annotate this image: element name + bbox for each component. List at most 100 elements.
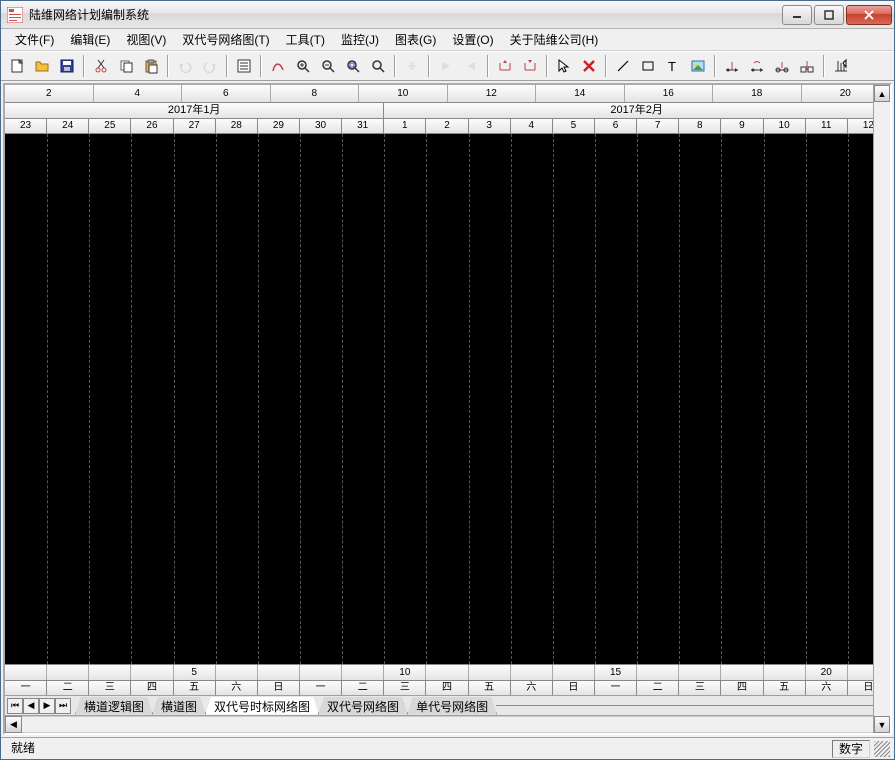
- day-cell: 8: [679, 119, 721, 133]
- day-cell: 2: [426, 119, 468, 133]
- zoom-100-icon[interactable]: [366, 54, 390, 78]
- delete-icon[interactable]: [577, 54, 601, 78]
- ruler-tick: [426, 665, 468, 680]
- ruler-tick: 12: [448, 85, 537, 102]
- hand-draw-icon[interactable]: [266, 54, 290, 78]
- weekday-cell: 二: [342, 681, 384, 695]
- tab-gantt-logic[interactable]: 横道逻辑图: [75, 697, 153, 715]
- rect-icon[interactable]: [636, 54, 660, 78]
- node-a-icon[interactable]: [720, 54, 744, 78]
- menu-tools[interactable]: 工具(T): [278, 29, 333, 50]
- day-cell: 7: [637, 119, 679, 133]
- ruler-tick: 6: [182, 85, 271, 102]
- scroll-up-button[interactable]: ▲: [874, 85, 890, 102]
- day-cell: 29: [258, 119, 300, 133]
- day-cell: 26: [131, 119, 173, 133]
- ruler-tick: [300, 665, 342, 680]
- collapse-icon[interactable]: [400, 54, 424, 78]
- menu-chart[interactable]: 图表(G): [387, 29, 444, 50]
- hscrollbar[interactable]: ◀ ▶: [5, 715, 890, 733]
- ruler-tick: 10: [384, 665, 426, 680]
- day-cell: 10: [764, 119, 806, 133]
- ruler-tick: [258, 665, 300, 680]
- weekday-cell: 五: [174, 681, 216, 695]
- arrow-left-icon[interactable]: [459, 54, 483, 78]
- weekday-cell: 六: [806, 681, 848, 695]
- ruler-bottom: 5101520: [5, 664, 890, 680]
- tab-time-network[interactable]: 双代号时标网络图: [205, 697, 319, 715]
- zoom-out-icon[interactable]: [316, 54, 340, 78]
- weekday-cell: 一: [595, 681, 637, 695]
- tab-first-button[interactable]: ⏮: [7, 698, 23, 714]
- menu-view[interactable]: 视图(V): [118, 29, 174, 50]
- ruler-tick: 10: [359, 85, 448, 102]
- node-d-icon[interactable]: [795, 54, 819, 78]
- milestone-icon[interactable]: [829, 54, 853, 78]
- sheet-tabs: ⏮ ◀ ▶ ⏭ 横道逻辑图 横道图 双代号时标网络图 双代号网络图 单代号网络图: [5, 695, 890, 715]
- menu-monitor[interactable]: 监控(J): [333, 29, 387, 50]
- menu-file[interactable]: 文件(F): [7, 29, 62, 50]
- weekday-cell: 二: [47, 681, 89, 695]
- weekday-cell: 六: [511, 681, 553, 695]
- ruler-tick: [89, 665, 131, 680]
- undo-icon[interactable]: [173, 54, 197, 78]
- list-icon[interactable]: [232, 54, 256, 78]
- status-ready: 就绪: [5, 740, 41, 758]
- ruler-tick: 14: [536, 85, 625, 102]
- day-cell: 6: [595, 119, 637, 133]
- day-cell: 4: [511, 119, 553, 133]
- new-icon[interactable]: [5, 54, 29, 78]
- canvas[interactable]: [5, 134, 890, 664]
- link-end-icon[interactable]: [518, 54, 542, 78]
- menu-edit[interactable]: 编辑(E): [62, 29, 118, 50]
- copy-icon[interactable]: [114, 54, 138, 78]
- scroll-left-button[interactable]: ◀: [5, 716, 22, 733]
- redo-icon[interactable]: [198, 54, 222, 78]
- window-title: 陆维网络计划编制系统: [29, 6, 782, 23]
- menu-network[interactable]: 双代号网络图(T): [174, 29, 277, 50]
- ruler-tick: [679, 665, 721, 680]
- scroll-down-button[interactable]: ▼: [874, 716, 890, 733]
- resize-grip[interactable]: [874, 741, 890, 757]
- zoom-in-icon[interactable]: [291, 54, 315, 78]
- cut-icon[interactable]: [89, 54, 113, 78]
- weekday-cell: 日: [258, 681, 300, 695]
- menu-settings[interactable]: 设置(O): [444, 29, 501, 50]
- vscrollbar[interactable]: ▲ ▼: [873, 85, 890, 733]
- tab-double-network[interactable]: 双代号网络图: [318, 697, 408, 715]
- tab-last-button[interactable]: ⏭: [55, 698, 71, 714]
- save-icon[interactable]: [55, 54, 79, 78]
- select-icon[interactable]: [552, 54, 576, 78]
- hscroll-track[interactable]: [22, 716, 873, 733]
- day-cell: 28: [216, 119, 258, 133]
- statusbar: 就绪 数字: [1, 737, 894, 759]
- ruler-tick: 15: [595, 665, 637, 680]
- ruler-tick: [721, 665, 763, 680]
- zoom-fit-icon[interactable]: [341, 54, 365, 78]
- node-c-icon[interactable]: [770, 54, 794, 78]
- maximize-button[interactable]: [814, 5, 844, 25]
- link-start-icon[interactable]: [493, 54, 517, 78]
- tab-next-button[interactable]: ▶: [39, 698, 55, 714]
- tab-gantt[interactable]: 横道图: [152, 697, 206, 715]
- menu-about[interactable]: 关于陆维公司(H): [502, 29, 607, 50]
- text-icon[interactable]: T: [661, 54, 685, 78]
- line-icon[interactable]: [611, 54, 635, 78]
- paste-icon[interactable]: [139, 54, 163, 78]
- day-cell: 5: [553, 119, 595, 133]
- node-b-icon[interactable]: [745, 54, 769, 78]
- tab-single-network[interactable]: 单代号网络图: [407, 697, 497, 715]
- ruler-tick: [5, 665, 47, 680]
- image-icon[interactable]: [686, 54, 710, 78]
- ruler-tick: [553, 665, 595, 680]
- close-button[interactable]: [846, 5, 892, 25]
- minimize-button[interactable]: [782, 5, 812, 25]
- ruler-tick: 5: [174, 665, 216, 680]
- arrow-right-icon[interactable]: [434, 54, 458, 78]
- month-header: 2017年1月2017年2月: [5, 103, 890, 119]
- ruler-tick: 18: [713, 85, 802, 102]
- tab-prev-button[interactable]: ◀: [23, 698, 39, 714]
- open-icon[interactable]: [30, 54, 54, 78]
- vscroll-track[interactable]: [874, 102, 890, 716]
- svg-text:T: T: [668, 59, 676, 74]
